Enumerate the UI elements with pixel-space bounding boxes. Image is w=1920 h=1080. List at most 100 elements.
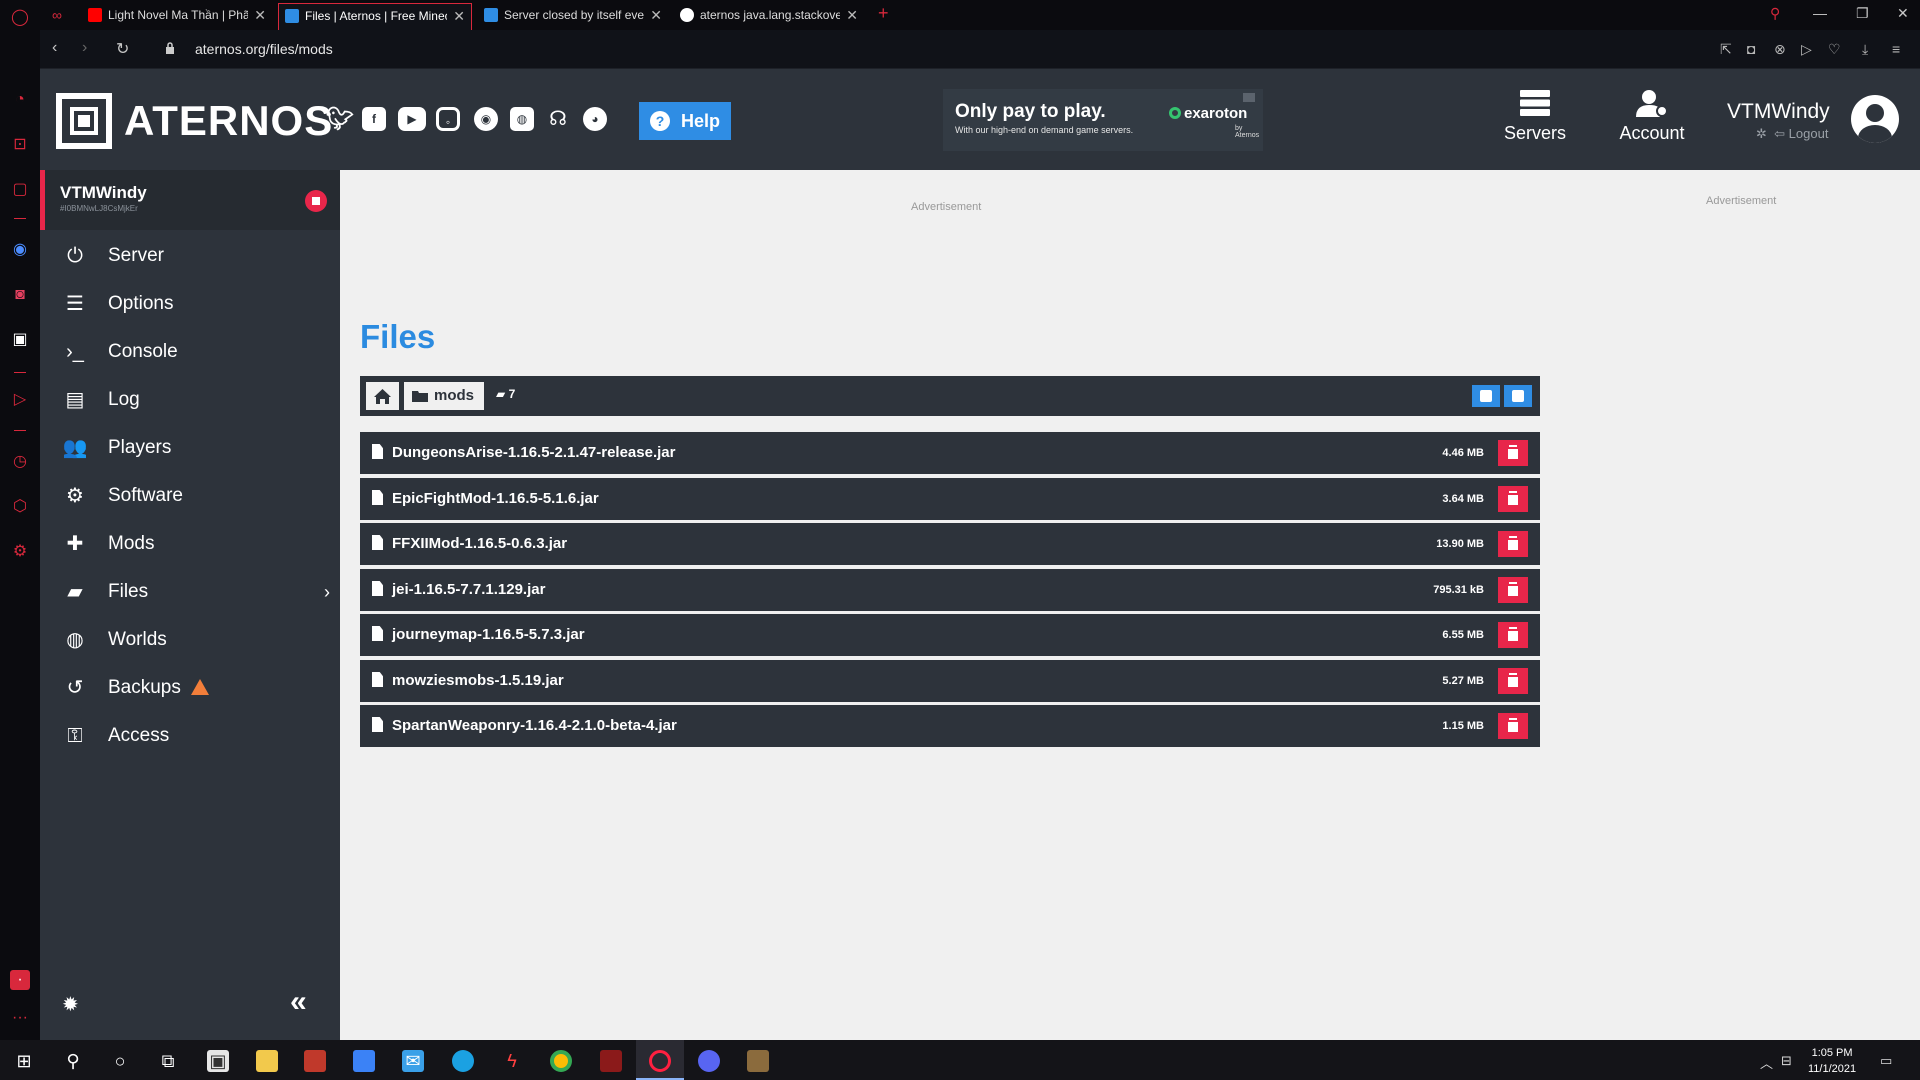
menu-item-players[interactable]: 👥 Players	[40, 426, 340, 470]
messenger-icon[interactable]: ◉	[10, 240, 30, 260]
file-row[interactable]: journeymap-1.16.5-5.7.3.jar 6.55 MB	[360, 614, 1540, 656]
mail-icon[interactable]: ✉	[402, 1050, 424, 1072]
windows-start-icon[interactable]: ⊞	[13, 1050, 35, 1072]
delete-button[interactable]	[1498, 486, 1528, 512]
delete-button[interactable]	[1498, 577, 1528, 603]
forward-icon[interactable]: ›	[82, 39, 87, 57]
search-tabs-icon[interactable]: ⚲	[1770, 5, 1780, 22]
twitter-icon[interactable]: 🐦︎	[326, 107, 354, 131]
shopping-icon[interactable]: ⊡	[10, 135, 30, 155]
file-row[interactable]: EpicFightMod-1.16.5-5.1.6.jar 3.64 MB	[360, 478, 1540, 520]
url-field[interactable]: aternos.org/files/mods	[195, 41, 333, 57]
back-icon[interactable]: ‹	[52, 39, 57, 57]
nav-servers[interactable]: Servers	[1495, 89, 1575, 144]
minimize-icon[interactable]: —	[1813, 5, 1827, 21]
user-name[interactable]: VTMWindy	[1727, 100, 1830, 124]
file-explorer-icon[interactable]	[256, 1050, 278, 1072]
support-icon[interactable]: ☊	[546, 107, 570, 131]
edge-icon[interactable]	[452, 1050, 474, 1072]
new-tab-button[interactable]: +	[878, 3, 889, 24]
share-icon[interactable]: ⇱	[1720, 41, 1732, 58]
photos-icon[interactable]	[353, 1050, 375, 1072]
cortana-icon[interactable]: ○	[109, 1050, 131, 1072]
close-tab-icon[interactable]: ✕	[650, 3, 662, 27]
more-icon[interactable]: ···	[10, 1008, 30, 1028]
speed-dial-icon[interactable]: ◔	[10, 90, 30, 110]
file-row[interactable]: mowziesmobs-1.5.19.jar 5.27 MB	[360, 660, 1540, 702]
close-tab-icon[interactable]: ✕	[254, 3, 266, 27]
menu-item-options[interactable]: ☰ Options	[40, 282, 340, 326]
file-row[interactable]: DungeonsArise-1.16.5-2.1.47-release.jar 4…	[360, 432, 1540, 474]
new-folder-button[interactable]	[1472, 385, 1500, 407]
player-icon[interactable]: ▷	[10, 390, 30, 410]
delete-button[interactable]	[1498, 622, 1528, 648]
send-icon[interactable]: ▷	[1801, 41, 1812, 58]
home-button[interactable]	[366, 382, 399, 410]
facebook-icon[interactable]: f	[362, 107, 386, 131]
close-tab-icon[interactable]: ✕	[846, 3, 858, 27]
delete-button[interactable]	[1498, 531, 1528, 557]
menu-item-software[interactable]: ⚙ Software	[40, 474, 340, 518]
aternos-logo-icon[interactable]	[56, 93, 112, 149]
new-file-button[interactable]	[1504, 385, 1532, 407]
menu-item-files[interactable]: ▰ Files ›	[40, 570, 340, 614]
breadcrumb-mods[interactable]: mods	[404, 382, 484, 410]
game-app-icon[interactable]	[304, 1050, 326, 1072]
menu-item-worlds[interactable]: ◍ Worlds	[40, 618, 340, 662]
task-view-icon[interactable]: ⧉	[157, 1050, 179, 1072]
menu-item-access[interactable]: ⚿ Access	[40, 714, 340, 758]
reload-icon[interactable]: ↻	[116, 39, 129, 59]
menu-item-log[interactable]: ▤ Log	[40, 378, 340, 422]
vpn-icon[interactable]: ·	[10, 970, 30, 990]
reddit-icon[interactable]: ◉	[474, 107, 498, 131]
opera-logo-icon[interactable]: ◯	[10, 8, 30, 28]
settings-sidebar-icon[interactable]: ⚙	[10, 542, 30, 562]
network-icon[interactable]: ⊟	[1781, 1053, 1792, 1069]
server-header[interactable]: VTMWindy #I0BMNwLJ8CsMjkEr	[40, 170, 340, 230]
tab-light-novel[interactable]: Light Novel Ma Thần | Phã ✕	[82, 3, 272, 30]
store-icon[interactable]: ▣	[207, 1050, 229, 1072]
collapse-sidebar-icon[interactable]: «	[290, 985, 307, 1019]
promo-banner[interactable]: Only pay to play. With our high-end on d…	[943, 89, 1263, 151]
delete-button[interactable]	[1498, 668, 1528, 694]
avatar[interactable]	[1851, 95, 1899, 143]
clock[interactable]: 1:05 PM 11/1/2021	[1808, 1045, 1856, 1077]
menu-icon[interactable]: ≡	[1892, 41, 1900, 57]
box-icon[interactable]: ⬡	[10, 497, 30, 517]
ad-info-icon[interactable]	[1243, 93, 1255, 102]
opera-taskbar-icon[interactable]	[649, 1050, 671, 1072]
search-icon[interactable]: ⚲	[62, 1050, 84, 1072]
menu-item-mods[interactable]: ✚ Mods	[40, 522, 340, 566]
ad-block-icon[interactable]: ⊗	[1774, 41, 1786, 58]
instagram-icon[interactable]: ◦	[436, 107, 460, 131]
heart-icon[interactable]: ♡	[1828, 41, 1841, 58]
close-tab-icon[interactable]: ✕	[453, 4, 465, 28]
download-icon[interactable]: ⤓	[1862, 41, 1868, 58]
menu-item-server[interactable]: ⏻ Server	[40, 234, 340, 278]
delete-button[interactable]	[1498, 440, 1528, 466]
logout-link[interactable]: ✲ ⇦ Logout	[1756, 126, 1828, 142]
menu-item-console[interactable]: ›_ Console	[40, 330, 340, 374]
github-icon[interactable]: ◕	[583, 107, 607, 131]
tab-files-aternos[interactable]: Files | Aternos | Free Minec ✕	[278, 3, 472, 30]
flash-icon[interactable]: ϟ	[501, 1050, 523, 1072]
file-row[interactable]: SpartanWeaponry-1.16.4-2.1.0-beta-4.jar 1…	[360, 705, 1540, 747]
discord-icon[interactable]: ◍	[510, 107, 534, 131]
notifications-icon[interactable]: ▭	[1880, 1053, 1892, 1069]
discord-taskbar-icon[interactable]	[698, 1050, 720, 1072]
chrome-icon[interactable]	[550, 1050, 572, 1072]
logo-text[interactable]: ATERNOS	[124, 97, 333, 145]
close-window-icon[interactable]: ✕	[1897, 5, 1909, 22]
youtube-icon[interactable]: ▶	[398, 107, 426, 131]
snapshot-icon[interactable]: ◘	[1747, 41, 1755, 57]
tab-google-search[interactable]: aternos java.lang.stackover ✕	[674, 3, 864, 30]
file-row[interactable]: FFXIIMod-1.16.5-0.6.3.jar 13.90 MB	[360, 523, 1540, 565]
discord-sidebar-icon[interactable]: ▣	[10, 330, 30, 350]
nav-account[interactable]: Account	[1612, 89, 1692, 144]
minecraft-icon[interactable]	[747, 1050, 769, 1072]
help-button[interactable]: ? Help	[639, 102, 731, 140]
delete-button[interactable]	[1498, 713, 1528, 739]
file-row[interactable]: jei-1.16.5-7.7.1.129.jar 795.31 kB	[360, 569, 1540, 611]
menu-item-backups[interactable]: ↺ Backups	[40, 666, 340, 710]
instagram-sidebar-icon[interactable]: ◙	[10, 285, 30, 305]
